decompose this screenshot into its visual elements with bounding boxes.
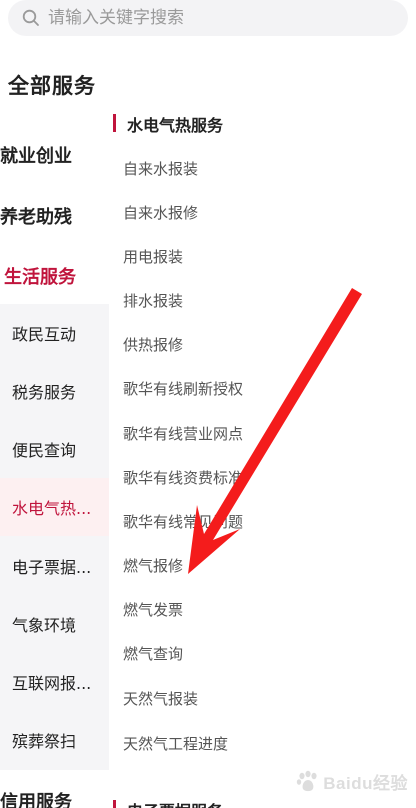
service-item-water-repair[interactable]: 自来水报修 — [123, 202, 198, 223]
service-item-drainage-install[interactable]: 排水报装 — [123, 290, 183, 311]
section-title-next: 电子票据服务 — [127, 798, 223, 808]
watermark-text: Baidu经验 — [323, 774, 408, 793]
section-marker-next — [113, 800, 116, 808]
category-sidebar: 就业创业 养老助残 生活服务 政民互动 税务服务 便民查询 水电气热... 电子… — [0, 120, 109, 808]
service-item-gas-query[interactable]: 燃气查询 — [123, 643, 183, 664]
subcategory-item-weather[interactable]: 气象环境 — [0, 595, 109, 653]
subcategory-item-internet-report[interactable]: 互联网报... — [0, 653, 109, 711]
subcategory-item-funeral[interactable]: 殡葬祭扫 — [0, 711, 109, 769]
paw-logo-icon — [297, 770, 317, 791]
service-item-gehua-faq[interactable]: 歌华有线常见问题 — [123, 511, 243, 532]
baidu-watermark: Baidu经验 — [295, 769, 408, 794]
category-item-employment[interactable]: 就业创业 — [0, 142, 72, 168]
subcategory-item-gov-interaction[interactable]: 政民互动 — [0, 304, 109, 362]
category-item-credit[interactable]: 信用服务 — [0, 788, 72, 808]
service-item-gehua-rates[interactable]: 歌华有线资费标准 — [123, 467, 243, 488]
service-item-heating-repair[interactable]: 供热报修 — [123, 334, 183, 355]
service-item-gas-invoice[interactable]: 燃气发票 — [123, 599, 183, 620]
subcategory-item-utilities[interactable]: 水电气热... — [0, 478, 109, 536]
section-marker — [113, 114, 116, 132]
category-item-life-services[interactable]: 生活服务 — [4, 263, 76, 289]
subcategory-item-convenience-query[interactable]: 便民查询 — [0, 420, 109, 478]
search-input[interactable] — [48, 8, 348, 28]
subcategory-list: 政民互动 税务服务 便民查询 水电气热... 电子票据... 气象环境 互联网报… — [0, 304, 109, 770]
service-item-natural-gas-progress[interactable]: 天然气工程进度 — [123, 733, 228, 754]
service-item-gehua-refresh[interactable]: 歌华有线刷新授权 — [123, 378, 243, 399]
service-item-gehua-outlets[interactable]: 歌华有线营业网点 — [123, 423, 243, 444]
search-bar[interactable] — [8, 0, 408, 36]
subcategory-item-e-invoice[interactable]: 电子票据... — [0, 537, 109, 595]
subcategory-item-tax[interactable]: 税务服务 — [0, 362, 109, 420]
service-item-water-install[interactable]: 自来水报装 — [123, 158, 198, 179]
category-item-elderly[interactable]: 养老助残 — [0, 203, 72, 229]
service-panel: 水电气热服务 自来水报装 自来水报修 用电报装 排水报装 供热报修 歌华有线刷新… — [109, 110, 416, 808]
section-title: 水电气热服务 — [127, 116, 224, 135]
service-item-power-install[interactable]: 用电报装 — [123, 246, 183, 267]
service-item-gas-repair[interactable]: 燃气报修 — [123, 555, 183, 576]
search-icon — [22, 9, 39, 26]
page-title: 全部服务 — [8, 74, 96, 98]
service-item-natural-gas-install[interactable]: 天然气报装 — [123, 688, 198, 709]
